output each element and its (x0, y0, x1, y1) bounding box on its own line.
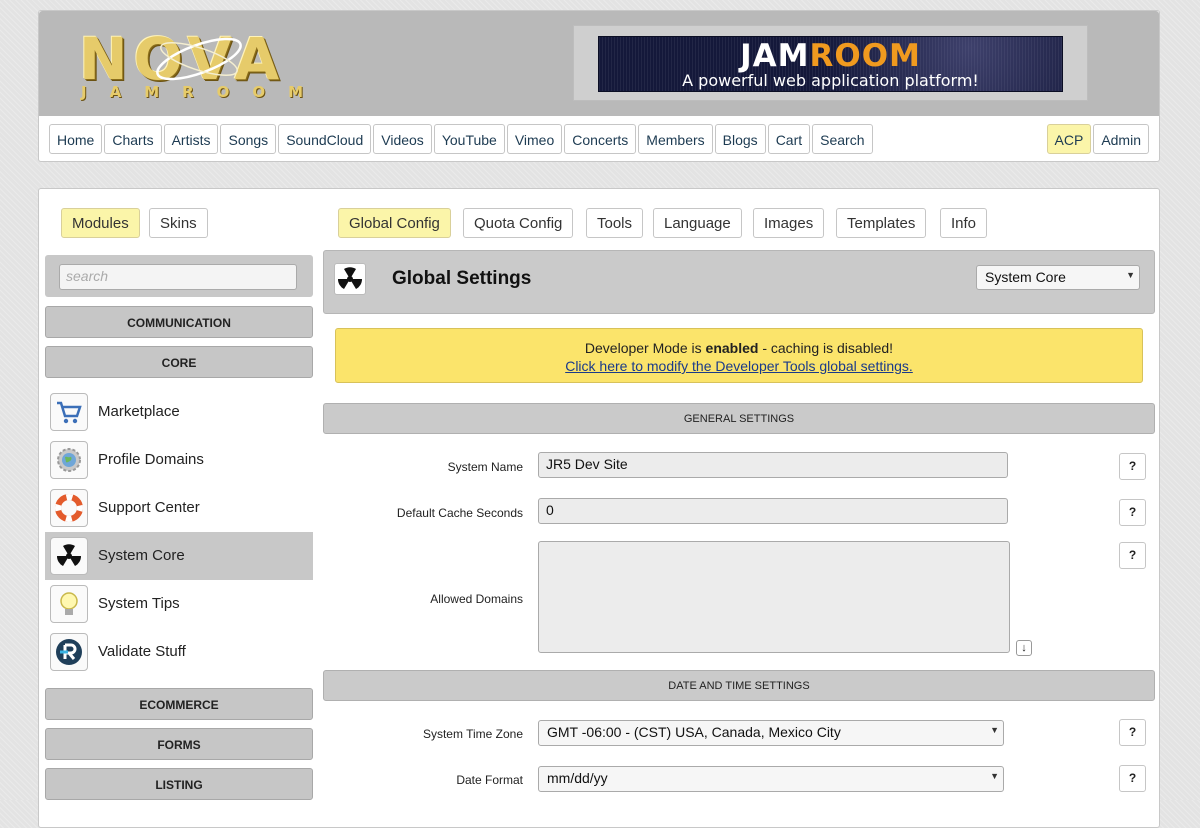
ad-tagline: A powerful web application platform! (682, 71, 979, 90)
category-forms[interactable]: FORMS (45, 728, 313, 760)
nav-soundcloud[interactable]: SoundCloud (278, 124, 372, 154)
category-listing[interactable]: LISTING (45, 768, 313, 800)
date-format-value: mm/dd/yy (547, 770, 608, 786)
acp-content: Modules Skins Global Config Quota Config… (38, 188, 1160, 828)
category-core[interactable]: CORE (45, 346, 313, 378)
nav-home[interactable]: Home (49, 124, 103, 154)
module-label: Support Center (98, 499, 200, 516)
help-button-allowed-domains[interactable]: ? (1119, 542, 1146, 569)
tab-quota-config[interactable]: Quota Config (463, 208, 574, 238)
module-select[interactable]: System Core ▼ (976, 265, 1140, 290)
module-label: System Core (98, 547, 185, 564)
cache-seconds-field[interactable]: 0 (538, 498, 1008, 524)
logo-orbit-icon (156, 37, 242, 81)
category-communication[interactable]: COMMUNICATION (45, 306, 313, 338)
cache-seconds-label: Default Cache Seconds (396, 506, 523, 520)
module-label: Marketplace (98, 403, 180, 420)
module-label: Profile Domains (98, 451, 204, 468)
module-label: System Tips (98, 595, 180, 612)
jamroom-ad-banner[interactable]: JAMROOM A powerful web application platf… (598, 36, 1063, 92)
page-title: Global Settings (392, 268, 532, 289)
panel-header: Global Settings System Core ▼ (323, 250, 1155, 314)
tab-modules[interactable]: Modules (61, 208, 140, 238)
nav-charts[interactable]: Charts (104, 124, 162, 154)
time-zone-value: GMT -06:00 - (CST) USA, Canada, Mexico C… (547, 724, 841, 740)
nav-members[interactable]: Members (638, 124, 713, 154)
tab-images[interactable]: Images (753, 208, 825, 238)
allowed-domains-textarea[interactable] (538, 541, 1010, 653)
globe-gear-icon (50, 441, 88, 479)
tab-skins[interactable]: Skins (149, 208, 208, 238)
module-support-center[interactable]: Support Center (45, 484, 313, 532)
validate-icon (50, 633, 88, 671)
expand-arrow-icon[interactable]: ↓ (1016, 640, 1032, 656)
chevron-down-icon: ▼ (990, 771, 999, 781)
radiation-icon (334, 263, 366, 295)
chevron-down-icon: ▼ (1126, 270, 1135, 280)
tab-global-config[interactable]: Global Config (338, 208, 451, 238)
ad-container: JAMROOM A powerful web application platf… (573, 25, 1088, 101)
radiation-icon (50, 537, 88, 575)
category-ecommerce[interactable]: ECOMMERCE (45, 688, 313, 720)
chevron-down-icon: ▼ (990, 725, 999, 735)
module-label: Validate Stuff (98, 643, 186, 660)
nav-artists[interactable]: Artists (163, 124, 219, 154)
nav-admin-group: ACP Admin (1046, 124, 1149, 154)
allowed-domains-label: Allowed Domains (430, 592, 523, 606)
date-format-select[interactable]: mm/dd/yy ▼ (538, 766, 1004, 792)
module-search-input[interactable]: search (59, 264, 297, 290)
developer-mode-notice: Developer Mode is enabled - caching is d… (335, 328, 1143, 383)
header-banner: NOVA JAMROOM JAMROOM A powerful web appl… (39, 11, 1159, 116)
tab-language[interactable]: Language (653, 208, 742, 238)
section-date-time-settings: DATE AND TIME SETTINGS (323, 670, 1155, 701)
help-button-date-format[interactable]: ? (1119, 765, 1146, 792)
tab-info[interactable]: Info (940, 208, 988, 238)
nav-youtube[interactable]: YouTube (433, 124, 505, 154)
date-format-label: Date Format (456, 773, 523, 787)
module-marketplace[interactable]: Marketplace (45, 388, 313, 436)
help-button-cache-seconds[interactable]: ? (1119, 499, 1146, 526)
nav-videos[interactable]: Videos (373, 124, 432, 154)
nav-concerts[interactable]: Concerts (564, 124, 637, 154)
nav-admin[interactable]: Admin (1093, 124, 1149, 154)
lifebuoy-icon (50, 489, 88, 527)
module-validate-stuff[interactable]: Validate Stuff (45, 628, 313, 676)
logo-subtext: JAMROOM (81, 83, 327, 101)
nav-search[interactable]: Search (812, 124, 873, 154)
main-nav: Home Charts Artists Songs SoundCloud Videos Yo… (49, 124, 1149, 156)
section-general-settings: GENERAL SETTINGS (323, 403, 1155, 434)
cart-icon (50, 393, 88, 431)
developer-tools-link[interactable]: Click here to modify the Developer Tools… (565, 358, 913, 374)
nav-cart[interactable]: Cart (767, 124, 811, 154)
system-name-field[interactable]: JR5 Dev Site (538, 452, 1008, 478)
module-profile-domains[interactable]: Profile Domains (45, 436, 313, 484)
module-select-value: System Core (985, 269, 1066, 285)
help-button-time-zone[interactable]: ? (1119, 719, 1146, 746)
site-logo[interactable]: NOVA JAMROOM (79, 25, 349, 103)
ad-title: JAMROOM (740, 38, 921, 74)
time-zone-label: System Time Zone (422, 727, 523, 741)
system-name-label: System Name (447, 460, 523, 474)
lightbulb-icon (50, 585, 88, 623)
nav-blogs[interactable]: Blogs (714, 124, 766, 154)
nav-songs[interactable]: Songs (220, 124, 277, 154)
notice-text: Developer Mode is enabled - caching is d… (584, 340, 894, 356)
nav-acp[interactable]: ACP (1046, 124, 1092, 154)
nav-vimeo[interactable]: Vimeo (506, 124, 563, 154)
time-zone-select[interactable]: GMT -06:00 - (CST) USA, Canada, Mexico C… (538, 720, 1004, 746)
module-system-tips[interactable]: System Tips (45, 580, 313, 628)
module-system-core[interactable]: System Core (45, 532, 313, 580)
site-header: NOVA JAMROOM JAMROOM A powerful web appl… (38, 10, 1160, 162)
tab-tools[interactable]: Tools (586, 208, 644, 238)
tab-templates[interactable]: Templates (836, 208, 927, 238)
help-button-system-name[interactable]: ? (1119, 453, 1146, 480)
